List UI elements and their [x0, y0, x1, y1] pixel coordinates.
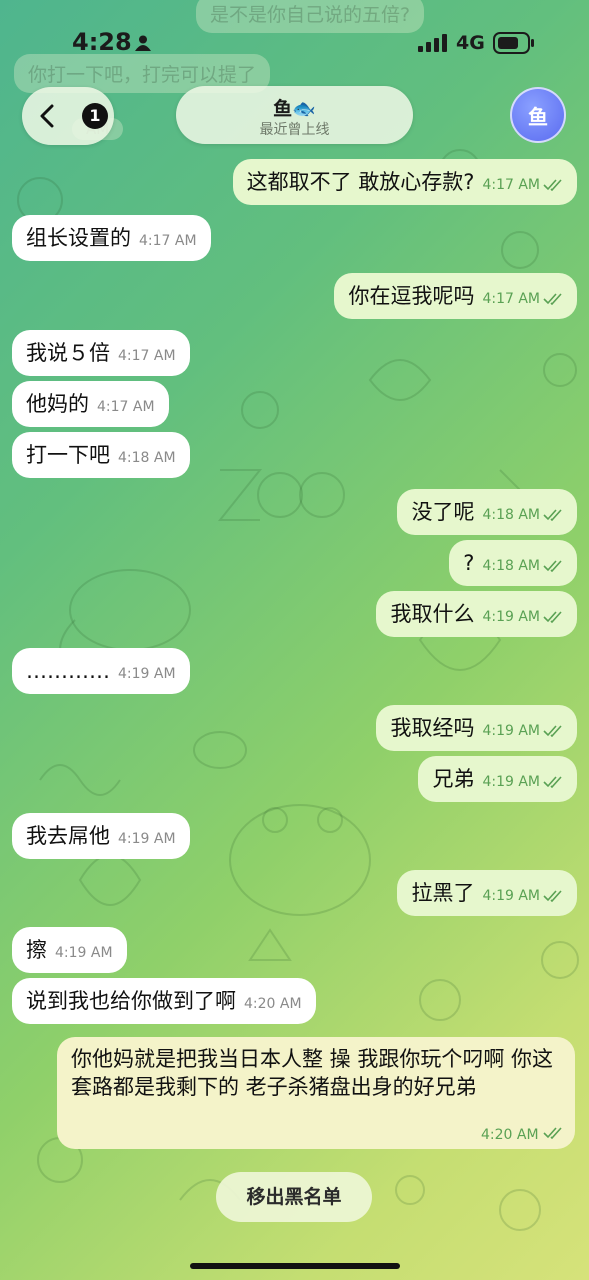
message-bubble-outgoing[interactable]: 这都取不了 敢放心存款? 4:17 AM	[232, 159, 577, 205]
contact-name: 鱼🐟	[273, 98, 316, 120]
message-text: 我说５倍	[26, 341, 110, 365]
message-time: 4:17 AM	[482, 291, 540, 307]
message-time: 4:19 AM	[118, 666, 176, 682]
person-icon	[135, 35, 151, 51]
message-bubble-outgoing[interactable]: 拉黑了 4:19 AM	[397, 870, 577, 916]
message-bubble-incoming[interactable]: 打一下吧 4:18 AM	[12, 432, 190, 478]
message-time: 4:19 AM	[482, 774, 540, 790]
message-bubble-outgoing[interactable]: 我取经吗 4:19 AM	[376, 705, 577, 751]
double-check-icon	[543, 559, 562, 572]
double-check-icon	[543, 178, 562, 191]
message-bubble-outgoing[interactable]: 你在逗我呢吗 4:17 AM	[334, 273, 577, 319]
message-text: 这都取不了 敢放心存款?	[246, 170, 475, 194]
message-bubble-outgoing[interactable]: 我取什么 4:19 AM	[376, 591, 577, 637]
message-bubble-incoming[interactable]: 我去屌他 4:19 AM	[12, 813, 190, 859]
message-time: 4:18 AM	[482, 558, 540, 574]
fish-emoji: 🐟	[292, 98, 316, 120]
message-text: 擦	[26, 938, 47, 962]
message-text: 拉黑了	[411, 881, 475, 905]
message-time: 4:17 AM	[97, 399, 155, 415]
message-time: 4:19 AM	[482, 888, 540, 904]
last-seen-status: 最近曾上线	[259, 122, 330, 138]
message-bubble-outgoing[interactable]: ? 4:18 AM	[449, 540, 577, 586]
message-time: 4:19 AM	[118, 831, 176, 847]
double-check-icon	[543, 889, 562, 902]
double-check-icon	[543, 724, 562, 737]
message-time: 4:17 AM	[118, 348, 176, 364]
message-text: 我去屌他	[26, 824, 110, 848]
message-text: 你在逗我呢吗	[348, 284, 475, 308]
home-indicator[interactable]	[190, 1263, 400, 1269]
back-button[interactable]: 1	[22, 87, 114, 145]
message-time: 4:18 AM	[482, 507, 540, 523]
message-text: 组长设置的	[26, 226, 131, 250]
message-time: 4:20 AM	[481, 1127, 563, 1143]
message-text: 我取经吗	[390, 716, 475, 740]
message-bubble-incoming[interactable]: 他妈的 4:17 AM	[12, 381, 169, 427]
signal-icon	[418, 34, 447, 52]
message-text: 他妈的	[26, 392, 89, 416]
message-time: 4:17 AM	[139, 233, 197, 249]
double-check-icon	[543, 610, 562, 623]
message-bubble-outgoing-long[interactable]: 你他妈就是把我当日本人整 操 我跟你玩个叼啊 你这套路都是我剩下的 老子杀猪盘出…	[57, 1037, 575, 1149]
message-bubble-incoming[interactable]: 组长设置的 4:17 AM	[12, 215, 211, 261]
unread-badge: 1	[82, 103, 108, 129]
status-time: 4:28	[72, 28, 132, 56]
double-check-icon	[543, 1127, 562, 1140]
message-text: 我取什么	[390, 602, 475, 626]
message-time: 4:20 AM	[244, 996, 302, 1012]
chat-title[interactable]: 鱼🐟 最近曾上线	[176, 86, 413, 144]
message-text: 打一下吧	[26, 443, 110, 467]
avatar[interactable]: 鱼	[510, 87, 566, 143]
message-time: 4:18 AM	[118, 450, 176, 466]
message-text: 兄弟	[432, 767, 475, 791]
network-label: 4G	[456, 32, 485, 54]
message-time: 4:19 AM	[482, 723, 540, 739]
message-bubble-incoming[interactable]: 擦 4:19 AM	[12, 927, 127, 973]
double-check-icon	[543, 775, 562, 788]
message-time: 4:19 AM	[482, 609, 540, 625]
message-time: 4:19 AM	[55, 945, 113, 961]
message-bubble-incoming[interactable]: ………… 4:19 AM	[12, 648, 190, 694]
message-text: ?	[463, 551, 475, 575]
message-text: 没了呢	[411, 500, 475, 524]
status-bar: 4:28 4G	[0, 0, 589, 70]
message-text: 说到我也给你做到了啊	[26, 989, 236, 1013]
battery-icon	[493, 32, 534, 54]
message-bubble-incoming[interactable]: 说到我也给你做到了啊 4:20 AM	[12, 978, 316, 1024]
message-bubble-incoming[interactable]: 我说５倍 4:17 AM	[12, 330, 190, 376]
message-time: 4:17 AM	[482, 177, 540, 193]
message-text: …………	[26, 659, 110, 683]
message-bubble-outgoing[interactable]: 没了呢 4:18 AM	[397, 489, 577, 535]
chevron-left-icon	[40, 104, 54, 128]
unblock-button[interactable]: 移出黑名单	[216, 1172, 372, 1222]
message-bubble-outgoing[interactable]: 兄弟 4:19 AM	[418, 756, 577, 802]
double-check-icon	[543, 292, 562, 305]
message-text: 你他妈就是把我当日本人整 操 我跟你玩个叼啊 你这套路都是我剩下的 老子杀猪盘出…	[71, 1047, 554, 1099]
double-check-icon	[543, 508, 562, 521]
